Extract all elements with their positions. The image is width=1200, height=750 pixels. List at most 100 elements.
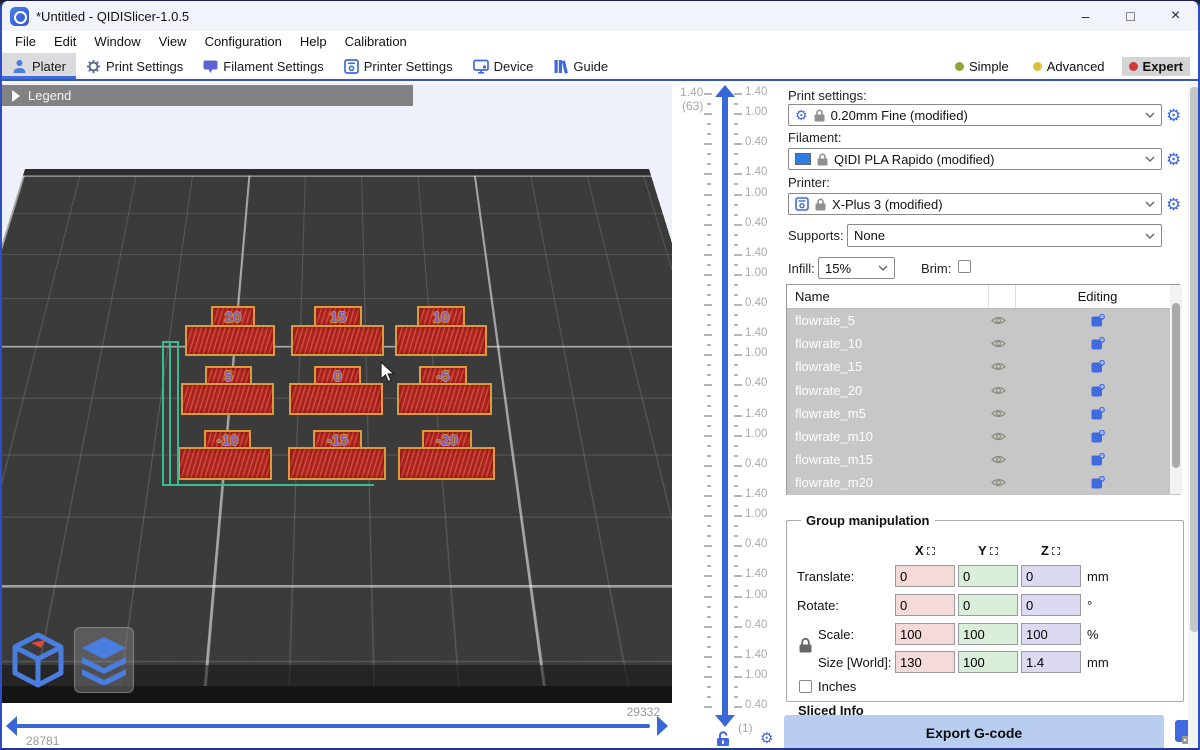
printer-combo[interactable]: X-Plus 3 (modified) (788, 193, 1162, 215)
layer-slider-settings-icon[interactable]: ⚙ (760, 729, 773, 747)
layer-tick (707, 153, 711, 155)
layer-tick (707, 686, 711, 688)
layer-tick (707, 294, 711, 296)
edit-settings-icon[interactable] (1091, 337, 1105, 350)
tab-device[interactable]: Device (463, 53, 544, 79)
object-row-flowrate_15[interactable]: flowrate_15 (787, 355, 1179, 378)
group-rotate-y[interactable] (958, 594, 1018, 616)
group-sizeworld-z[interactable] (1021, 651, 1081, 673)
layer-tick (734, 696, 738, 698)
layer-slider-lock-icon[interactable] (716, 731, 730, 747)
tab-plater[interactable]: Plater (2, 53, 76, 79)
layer-slider-track[interactable] (722, 91, 728, 723)
tab-filament-settings[interactable]: Filament Settings (193, 53, 333, 79)
object-row-flowrate_10[interactable]: flowrate_10 (787, 332, 1179, 355)
print-settings-gear-button[interactable]: ⚙ (1166, 107, 1181, 124)
export-gcode-button[interactable]: Export G-code (784, 715, 1164, 750)
printer-gear-button[interactable]: ⚙ (1166, 196, 1181, 213)
edit-settings-icon[interactable] (1091, 360, 1105, 373)
flowrate-patch-10[interactable] (395, 325, 487, 356)
group-scale-x[interactable] (895, 623, 955, 645)
flowrate-patch-5[interactable] (181, 383, 274, 415)
object-list-scrollbar[interactable] (1170, 285, 1182, 494)
eye-icon[interactable] (991, 315, 1006, 326)
flowrate-patch--5[interactable] (397, 383, 492, 415)
menu-item-configuration[interactable]: Configuration (196, 31, 291, 53)
supports-combo[interactable]: None (847, 224, 1162, 247)
layer-slider-lower-thumb[interactable] (715, 715, 735, 727)
menu-item-file[interactable]: File (6, 31, 45, 53)
menu-item-calibration[interactable]: Calibration (336, 31, 416, 53)
maximize-button[interactable]: □ (1108, 1, 1153, 31)
panel-scrollbar[interactable] (1188, 83, 1200, 750)
filament-gear-button[interactable]: ⚙ (1166, 151, 1181, 168)
menu-item-edit[interactable]: Edit (45, 31, 85, 53)
group-scale-z[interactable] (1021, 623, 1081, 645)
object-row-flowrate_m10[interactable]: flowrate_m10 (787, 425, 1179, 448)
3d-editor-view-button[interactable] (8, 627, 68, 693)
layer-tick (707, 565, 711, 567)
layer-slider-upper-thumb[interactable] (715, 85, 735, 97)
eye-icon[interactable] (991, 408, 1006, 419)
mode-button-expert[interactable]: Expert (1122, 57, 1190, 76)
edit-settings-icon[interactable] (1091, 476, 1105, 489)
inches-checkbox[interactable] (799, 680, 812, 693)
flowrate-patch--10[interactable] (178, 447, 272, 480)
flowrate-patch-0[interactable] (289, 383, 383, 415)
group-sizeworld-y[interactable] (958, 651, 1018, 673)
object-row-flowrate_m20[interactable]: flowrate_m20 (787, 471, 1179, 494)
legend-collapsed-bar[interactable]: Legend (2, 85, 413, 106)
edit-settings-icon[interactable] (1091, 430, 1105, 443)
eye-icon[interactable] (991, 385, 1006, 396)
group-rotate-z[interactable] (1021, 594, 1081, 616)
scale-lock-icon[interactable] (799, 638, 812, 653)
flowrate-patch-15[interactable] (291, 325, 384, 356)
layer-tick (707, 666, 711, 668)
object-row-flowrate_20[interactable]: flowrate_20 (787, 379, 1179, 402)
group-scale-y[interactable] (958, 623, 1018, 645)
eye-icon[interactable] (991, 454, 1006, 465)
object-row-flowrate_m5[interactable]: flowrate_m5 (787, 402, 1179, 425)
group-translate-x[interactable] (895, 565, 955, 587)
group-translate-z[interactable] (1021, 565, 1081, 587)
infill-combo[interactable]: 15% (818, 257, 895, 279)
tab-print-settings[interactable]: Print Settings (76, 53, 193, 79)
edit-settings-icon[interactable] (1091, 407, 1105, 420)
object-row-flowrate_m15[interactable]: flowrate_m15 (787, 448, 1179, 471)
mode-button-advanced[interactable]: Advanced (1026, 57, 1112, 76)
print-settings-combo[interactable]: ⚙ 0.20mm Fine (modified) (788, 104, 1162, 126)
brim-checkbox[interactable] (958, 260, 971, 273)
menu-item-view[interactable]: View (150, 31, 196, 53)
eye-icon[interactable] (991, 431, 1006, 442)
flowrate-patch--20[interactable] (398, 447, 495, 480)
flowrate-patch-20[interactable] (185, 325, 275, 356)
plater-3d-viewport[interactable]: 20151050-5-10-15-20 Legend (2, 83, 672, 750)
group-translate-y[interactable] (958, 565, 1018, 587)
edit-settings-icon[interactable] (1091, 314, 1105, 327)
moves-slider-track[interactable] (16, 724, 650, 728)
moves-slider-right-handle[interactable] (657, 716, 668, 736)
mode-button-simple[interactable]: Simple (948, 57, 1016, 76)
preview-view-button[interactable] (74, 627, 134, 693)
eye-icon[interactable] (991, 361, 1006, 372)
edit-settings-icon[interactable] (1091, 453, 1105, 466)
eye-icon[interactable] (991, 477, 1006, 488)
axis-header-x: X (915, 543, 935, 558)
filament-combo[interactable]: QIDI PLA Rapido (modified) (788, 148, 1162, 170)
eye-icon[interactable] (991, 338, 1006, 349)
flowrate-patch--15[interactable] (288, 447, 386, 480)
close-button[interactable]: × (1153, 1, 1198, 31)
menu-item-help[interactable]: Help (291, 31, 336, 53)
minimize-button[interactable]: – (1063, 1, 1108, 31)
object-row-flowrate_5[interactable]: flowrate_5 (787, 309, 1179, 332)
group-sizeworld-x[interactable] (895, 651, 955, 673)
layer-tick-label: 1.40 (745, 86, 767, 98)
supports-value: None (854, 228, 885, 243)
menu-item-window[interactable]: Window (85, 31, 149, 53)
layer-tick (707, 183, 711, 185)
tab-printer-settings[interactable]: Printer Settings (334, 53, 463, 79)
layer-tick (707, 485, 711, 487)
group-rotate-x[interactable] (895, 594, 955, 616)
tab-guide[interactable]: Guide (543, 53, 618, 79)
edit-settings-icon[interactable] (1091, 384, 1105, 397)
